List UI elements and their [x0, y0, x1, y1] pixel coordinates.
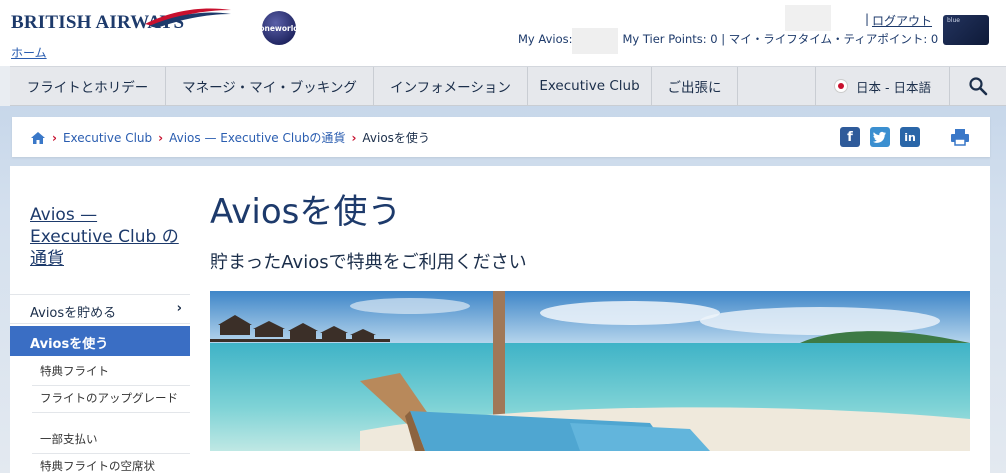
language-selector[interactable]: 日本 - 日本語	[815, 67, 950, 105]
tier-points-text: My Tier Points: 0 | マイ・ライフタイム・ティアポイント: 0	[622, 32, 939, 46]
sidebar-item-label: Aviosを貯める	[30, 306, 117, 321]
card-tier-label: blue	[947, 17, 960, 24]
chevron-right-icon: ›	[176, 301, 182, 316]
breadcrumb: › Executive Club › Avios — Executive Clu…	[30, 129, 430, 146]
home-icon[interactable]	[30, 131, 46, 145]
twitter-icon[interactable]	[870, 127, 890, 147]
sidebar-subitem-reward-flights[interactable]: 特典フライト	[32, 358, 190, 386]
speedmarque-icon	[145, 8, 231, 28]
sidebar-item-earn-avios[interactable]: Aviosを貯める ›	[10, 294, 190, 324]
linkedin-icon[interactable]: in	[900, 127, 920, 147]
sidebar-item-label: Aviosを使う	[30, 337, 109, 352]
search-icon	[969, 77, 988, 96]
language-label: 日本 - 日本語	[856, 79, 931, 95]
nav-flights-holidays[interactable]: フライトとホリデー	[10, 67, 166, 105]
redacted-avios-balance	[572, 28, 618, 54]
sidebar-item-use-avios[interactable]: Aviosを使う	[10, 326, 190, 356]
print-icon[interactable]	[950, 128, 970, 146]
breadcrumb-avios-currency[interactable]: Avios — Executive Clubの通貨	[169, 129, 345, 146]
sidebar: Avios — Executive Club の通貨 Aviosを貯める › A…	[10, 166, 190, 473]
british-airways-logo[interactable]: BRITISH AIRWAYS	[11, 8, 231, 34]
main-nav: フライトとホリデー マネージ・マイ・ブッキング インフォメーション Execut…	[10, 66, 1006, 106]
sidebar-title-link[interactable]: Avios — Executive Club の通貨	[30, 204, 180, 270]
breadcrumb-panel: › Executive Club › Avios — Executive Clu…	[12, 117, 990, 157]
sidebar-subitem-upgrades[interactable]: フライトのアップグレード	[32, 385, 190, 413]
sidebar-subitem-part-payment[interactable]: 一部支払い	[32, 426, 190, 454]
home-link[interactable]: ホーム	[11, 44, 47, 61]
logout-link[interactable]: ログアウト	[872, 12, 932, 29]
avios-label: My Avios:	[518, 32, 573, 46]
twitter-bird-glyph	[873, 131, 886, 143]
chevron-right-icon: ›	[52, 130, 57, 145]
nav-executive-club[interactable]: Executive Club	[528, 67, 652, 105]
membership-card-icon[interactable]: blue	[943, 15, 989, 45]
nav-manage-booking[interactable]: マネージ・マイ・ブッキング	[166, 67, 374, 105]
japan-flag-icon	[834, 79, 849, 93]
chevron-right-icon: ›	[158, 130, 164, 145]
hero-beach-image	[210, 291, 970, 451]
separator: |	[865, 12, 870, 26]
page-title: Aviosを使う	[210, 192, 402, 232]
chevron-right-icon: ›	[351, 130, 357, 145]
facebook-icon[interactable]: f	[840, 127, 860, 147]
sidebar-subitem-availability[interactable]: 特典フライトの空席状	[32, 453, 190, 473]
page-subtitle: 貯まったAviosで特典をご利用ください	[210, 252, 527, 273]
breadcrumb-executive-club[interactable]: Executive Club	[63, 131, 152, 145]
search-button[interactable]	[950, 67, 1006, 105]
nav-business-travel[interactable]: ご出張に	[652, 67, 738, 105]
redacted-name	[785, 5, 831, 31]
oneworld-logo: oneworld	[259, 11, 299, 45]
site-header: BRITISH AIRWAYS ホーム oneworld | ログアウト My …	[0, 0, 1006, 66]
breadcrumb-current: Aviosを使う	[362, 131, 430, 145]
main-content: Aviosを使う 貯まったAviosで特典をご利用ください	[190, 166, 990, 473]
nav-information[interactable]: インフォメーション	[374, 67, 528, 105]
